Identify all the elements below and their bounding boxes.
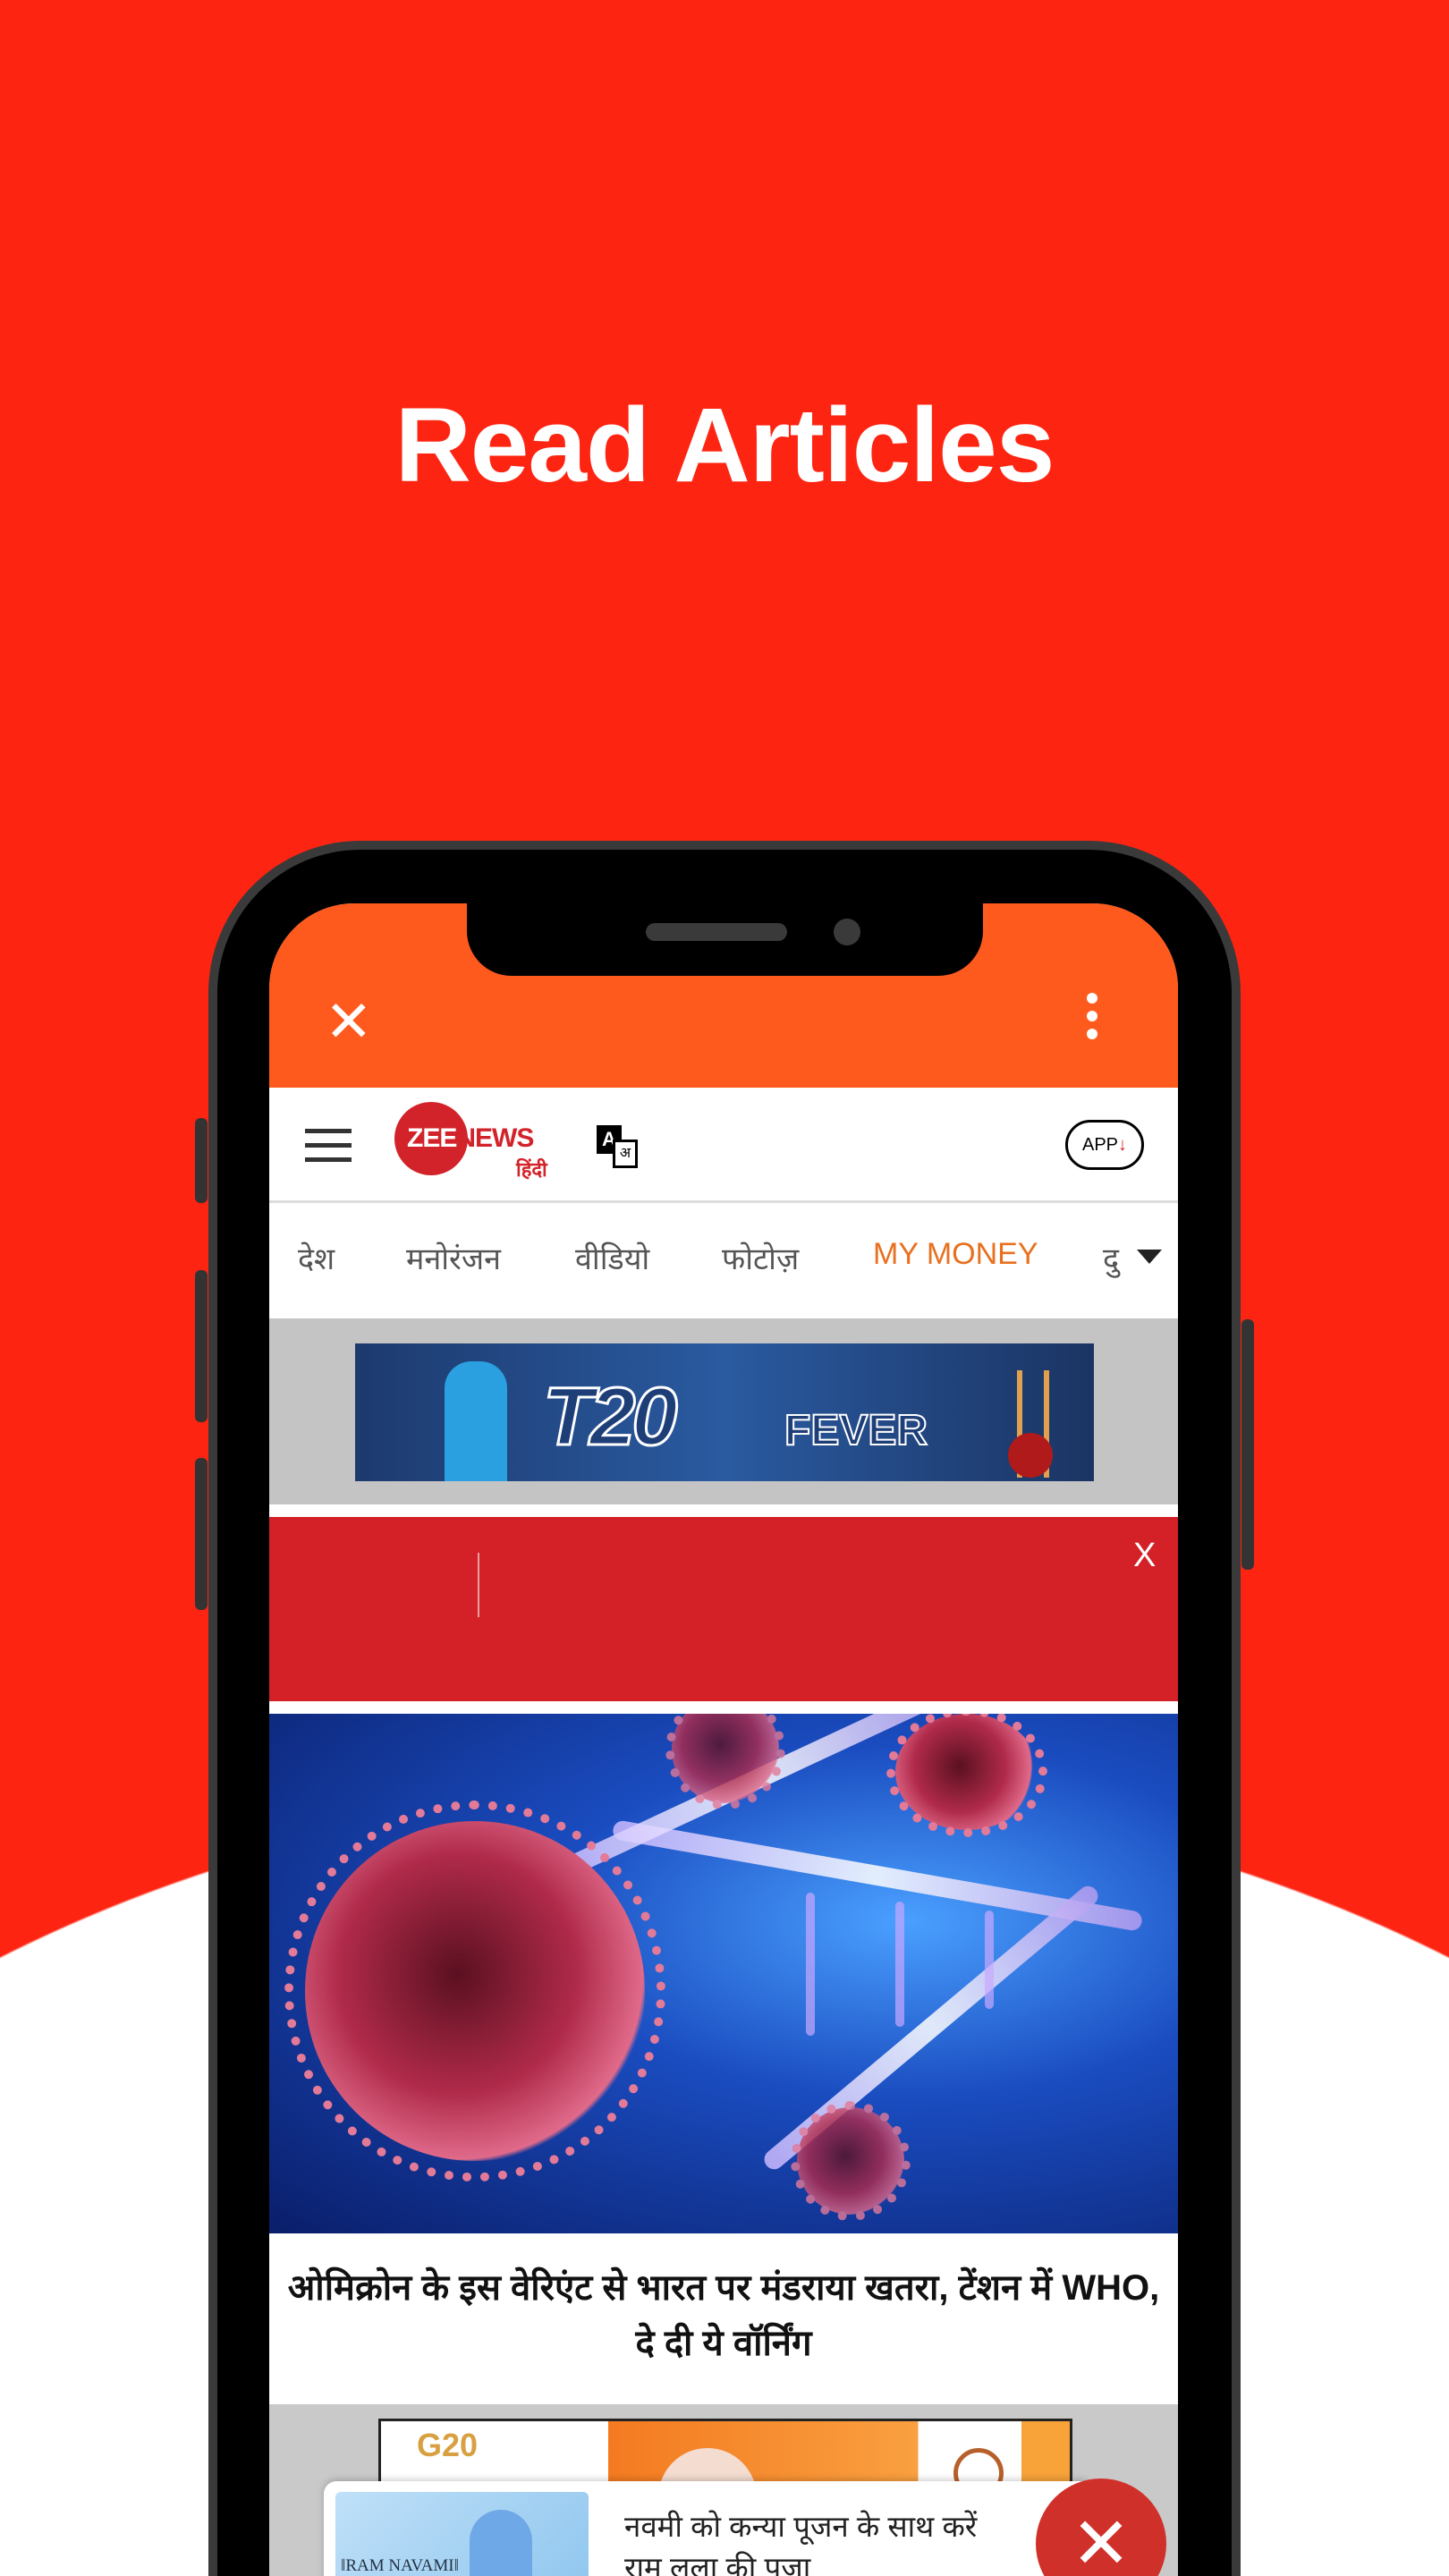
red-ad-bar: X xyxy=(269,1517,1178,1701)
close-ad-button[interactable]: X xyxy=(1133,1537,1156,1575)
t20-banner-ad[interactable]: T20 FEVER xyxy=(355,1343,1094,1481)
tab-desh[interactable]: देश xyxy=(298,1237,335,1278)
chevron-down-icon[interactable] xyxy=(1137,1250,1162,1264)
more-vertical-icon[interactable] xyxy=(1087,993,1099,1046)
phone-screen: ✕ ZEENEWS हिंदी A अ APP↓ देश मनोरंजन वीड… xyxy=(269,903,1178,2576)
notification-popup[interactable]: ‖RAM NAVAMI‖ नवमी को कन्या पूजन के साथ क… xyxy=(324,2481,1093,2576)
tab-my-money[interactable]: MY MONEY xyxy=(873,1237,1038,1272)
tab-manoranjan[interactable]: मनोरंजन xyxy=(406,1237,501,1278)
ram-navami-image: ‖RAM NAVAMI‖ xyxy=(335,2492,589,2576)
category-tabs: देश मनोरंजन वीडियो फोटोज़ MY MONEY दु xyxy=(269,1203,1178,1318)
translate-icon[interactable]: A अ xyxy=(597,1125,647,1170)
app-download-button[interactable]: APP↓ xyxy=(1065,1120,1144,1170)
hamburger-menu-icon[interactable] xyxy=(305,1129,352,1172)
phone-button xyxy=(195,1118,208,1203)
close-icon[interactable]: ✕ xyxy=(325,993,373,1050)
zee-news-logo[interactable]: ZEENEWS हिंदी xyxy=(394,1097,555,1186)
notch xyxy=(467,903,983,976)
tab-photos[interactable]: फोटोज़ xyxy=(722,1237,799,1278)
phone-button xyxy=(1241,1319,1254,1570)
popup-text[interactable]: नवमी को कन्या पूजन के साथ करें राम लला क… xyxy=(624,2506,1018,2576)
site-header: ZEENEWS हिंदी A अ APP↓ xyxy=(269,1088,1178,1203)
promo-title: Read Articles xyxy=(394,386,1055,504)
phone-button xyxy=(195,1458,208,1610)
tab-duniya[interactable]: दु xyxy=(1103,1237,1119,1278)
ad-area: T20 FEVER xyxy=(269,1318,1178,1504)
article-image[interactable] xyxy=(269,1714,1178,2233)
download-icon: ↓ xyxy=(1118,1135,1128,1155)
article-headline[interactable]: ओमिक्रोन के इस वेरिएंट से भारत पर मंडराय… xyxy=(269,2233,1178,2404)
phone-button xyxy=(195,1270,208,1422)
tab-video[interactable]: वीडियो xyxy=(575,1237,649,1278)
